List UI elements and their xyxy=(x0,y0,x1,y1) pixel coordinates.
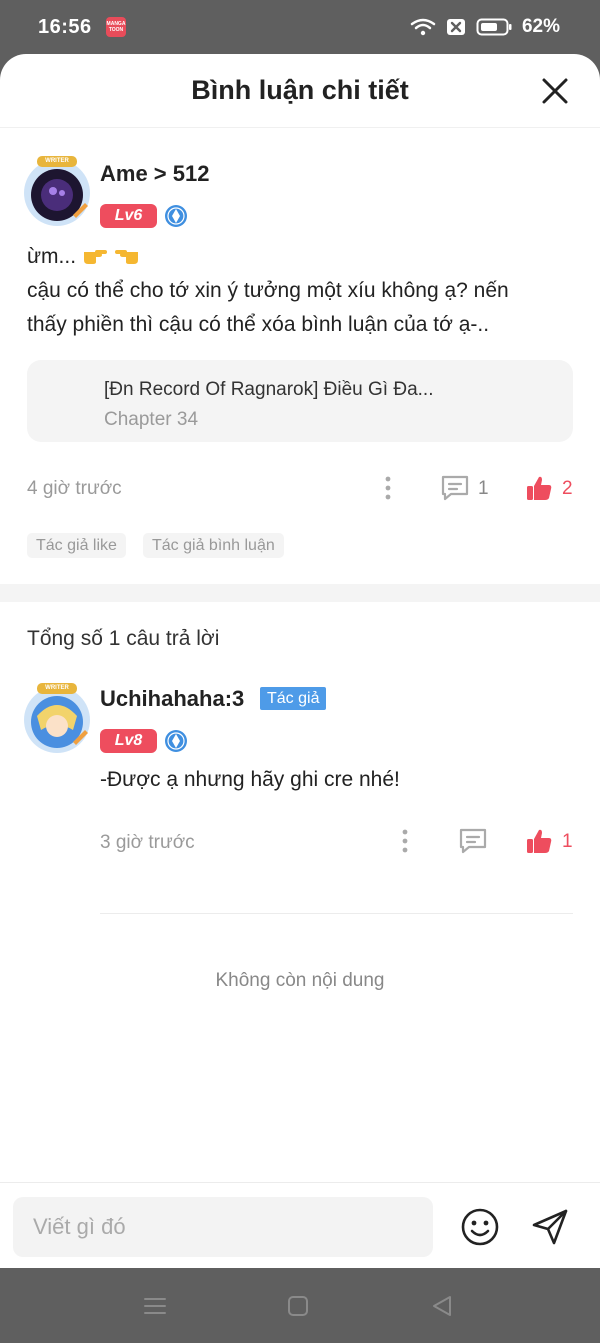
sim-off-icon xyxy=(446,19,465,35)
comment-username[interactable]: Ame > 512 xyxy=(100,161,209,187)
divider xyxy=(100,913,573,914)
reply-icon[interactable] xyxy=(440,474,470,502)
status-indicators: 62% xyxy=(410,16,560,38)
reply-avatar[interactable]: WRITER xyxy=(23,683,91,754)
section-divider xyxy=(0,584,600,602)
rank-gem-icon xyxy=(165,730,187,752)
system-nav-bar xyxy=(0,1268,600,1343)
level-badge: Lv6 xyxy=(100,204,157,228)
like-count: 2 xyxy=(562,478,573,499)
story-link-card[interactable]: [Đn Record Of Ragnarok] Điều Gì Đa... Ch… xyxy=(27,360,573,442)
comment-time: 4 giờ trước xyxy=(27,478,122,499)
wifi-icon xyxy=(410,18,436,36)
home-icon[interactable] xyxy=(286,1294,310,1318)
status-bar: 16:56 MANGA TOON 62% xyxy=(0,0,600,54)
comment-detail-sheet: Bình luận chi tiết WRITER Ame > 512 Lv6 … xyxy=(0,54,600,1268)
pointing-right-emoji-icon xyxy=(83,250,107,264)
story-title: [Đn Record Of Ragnarok] Điều Gì Đa... xyxy=(104,379,434,400)
emoji-icon[interactable] xyxy=(460,1207,500,1247)
reply-username[interactable]: Uchihahaha:3 xyxy=(100,686,244,712)
comment-body: ừm... cậu có thể cho tớ xin ý tưởng một … xyxy=(27,240,577,342)
comment-text-line-2: cậu có thể cho tớ xin ý tưởng một xíu kh… xyxy=(27,279,509,302)
pointing-left-emoji-icon xyxy=(114,250,138,264)
like-icon[interactable] xyxy=(525,474,553,502)
sheet-header: Bình luận chi tiết xyxy=(0,54,600,128)
more-icon[interactable] xyxy=(383,475,393,501)
reply-more-icon[interactable] xyxy=(400,828,410,854)
reply-like-icon[interactable] xyxy=(525,827,553,855)
comment-text-line-1: ừm... xyxy=(27,245,77,268)
rank-gem-icon xyxy=(165,205,187,227)
story-chapter: Chapter 34 xyxy=(104,409,199,430)
reply-avatar-image xyxy=(24,687,90,753)
battery-icon xyxy=(476,18,512,36)
reply-body: -Được ạ nhưng hãy ghi cre nhé! xyxy=(100,768,400,791)
reply-count: 1 xyxy=(478,478,489,499)
comment-composer xyxy=(0,1182,600,1268)
reply-time: 3 giờ trước xyxy=(100,832,195,853)
menu-icon[interactable] xyxy=(143,1294,167,1318)
end-of-list-label: Không còn nội dung xyxy=(215,970,385,991)
page-title: Bình luận chi tiết xyxy=(191,75,409,105)
writer-frame-tag: WRITER xyxy=(37,156,77,167)
avatar[interactable]: WRITER xyxy=(23,156,91,227)
mangatoon-notification-icon: MANGA TOON xyxy=(106,17,126,37)
close-icon[interactable] xyxy=(540,76,570,106)
battery-percent: 62% xyxy=(521,16,560,37)
total-replies-label: Tổng số 1 câu trả lời xyxy=(27,627,220,650)
writer-frame-tag: WRITER xyxy=(37,683,77,694)
comment-text-line-3: thấy phiền thì cậu có thể xóa bình luận … xyxy=(27,313,490,336)
status-time: 16:56 xyxy=(38,16,92,38)
avatar-image xyxy=(24,160,90,226)
reply-like-count: 1 xyxy=(562,831,573,852)
reply-level-badge: Lv8 xyxy=(100,729,157,753)
author-badge: Tác giả xyxy=(260,687,327,710)
back-icon[interactable] xyxy=(430,1294,454,1318)
tag-author-commented: Tác giả bình luận xyxy=(143,533,284,558)
tag-author-liked: Tác giả like xyxy=(27,533,126,558)
comment-input[interactable] xyxy=(13,1197,433,1257)
reply-reply-icon[interactable] xyxy=(458,827,488,855)
send-icon[interactable] xyxy=(530,1207,570,1247)
